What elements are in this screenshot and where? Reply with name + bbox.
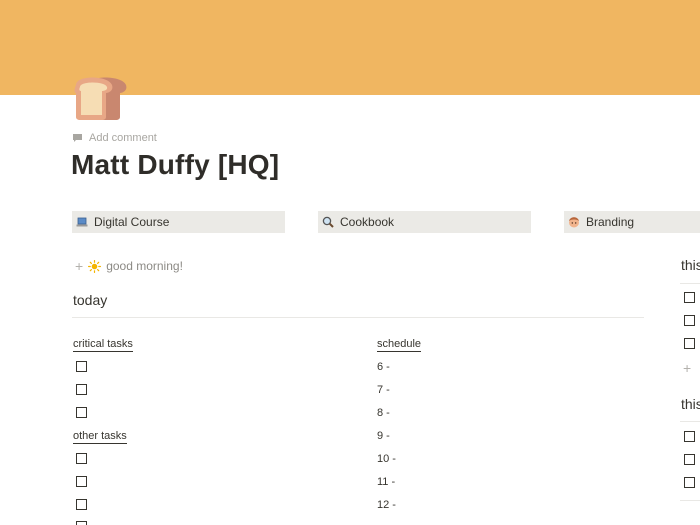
critical-task-checkbox[interactable]	[76, 384, 87, 395]
greeting-block[interactable]: + good morning!	[75, 257, 183, 275]
this-month-divider	[680, 421, 700, 422]
sun-icon	[88, 259, 102, 273]
page-title[interactable]: Matt Duffy [HQ]	[71, 149, 279, 181]
page: Add comment Matt Duffy [HQ] Digital Cour…	[0, 0, 700, 525]
today-heading[interactable]: today	[73, 292, 107, 308]
this-week-heading[interactable]: this	[681, 257, 700, 273]
link-card-label: Cookbook	[340, 215, 395, 229]
schedule-label[interactable]: schedule	[377, 338, 422, 352]
face-icon	[568, 216, 580, 228]
other-task-checkbox[interactable]	[76, 453, 87, 464]
add-comment-button[interactable]: Add comment	[72, 130, 157, 146]
this-week-checkbox[interactable]	[684, 338, 695, 349]
schedule-row[interactable]: 7 -	[377, 384, 390, 396]
schedule-row[interactable]: 12 -	[377, 499, 396, 511]
laptop-icon	[76, 216, 88, 228]
schedule-row[interactable]: 8 -	[377, 407, 390, 419]
bread-slice-icon[interactable]	[72, 73, 128, 121]
this-week-divider	[680, 283, 700, 284]
link-card-label: Branding	[586, 215, 635, 229]
this-month-heading[interactable]: this	[681, 396, 700, 412]
link-card-digital-course[interactable]: Digital Course	[72, 211, 285, 233]
critical-task-checkbox[interactable]	[76, 407, 87, 418]
other-task-checkbox[interactable]	[76, 521, 87, 525]
this-month-checkbox[interactable]	[684, 477, 695, 488]
add-block-plus-icon[interactable]: +	[75, 259, 83, 273]
magnifier-icon	[322, 216, 334, 228]
greeting-text: good morning!	[106, 259, 183, 273]
link-card-label: Digital Course	[94, 215, 170, 229]
this-month-checkbox[interactable]	[684, 454, 695, 465]
schedule-row[interactable]: 6 -	[377, 361, 390, 373]
this-month-bottom-divider	[680, 500, 700, 501]
this-month-checkbox[interactable]	[684, 431, 695, 442]
schedule-row[interactable]: 10 -	[377, 453, 396, 465]
schedule-row[interactable]: 11 -	[377, 476, 395, 488]
comment-icon	[72, 133, 83, 143]
link-card-branding[interactable]: Branding	[564, 211, 700, 233]
other-task-checkbox[interactable]	[76, 476, 87, 487]
critical-task-checkbox[interactable]	[76, 361, 87, 372]
other-task-checkbox[interactable]	[76, 499, 87, 510]
today-divider	[72, 317, 644, 318]
critical-tasks-label[interactable]: critical tasks	[73, 338, 133, 352]
other-tasks-label[interactable]: other tasks	[73, 430, 127, 444]
add-comment-label: Add comment	[89, 132, 157, 144]
add-item-plus-icon[interactable]: +	[683, 361, 691, 375]
schedule-row[interactable]: 9 -	[377, 430, 390, 442]
link-card-cookbook[interactable]: Cookbook	[318, 211, 531, 233]
this-week-checkbox[interactable]	[684, 292, 695, 303]
this-week-checkbox[interactable]	[684, 315, 695, 326]
